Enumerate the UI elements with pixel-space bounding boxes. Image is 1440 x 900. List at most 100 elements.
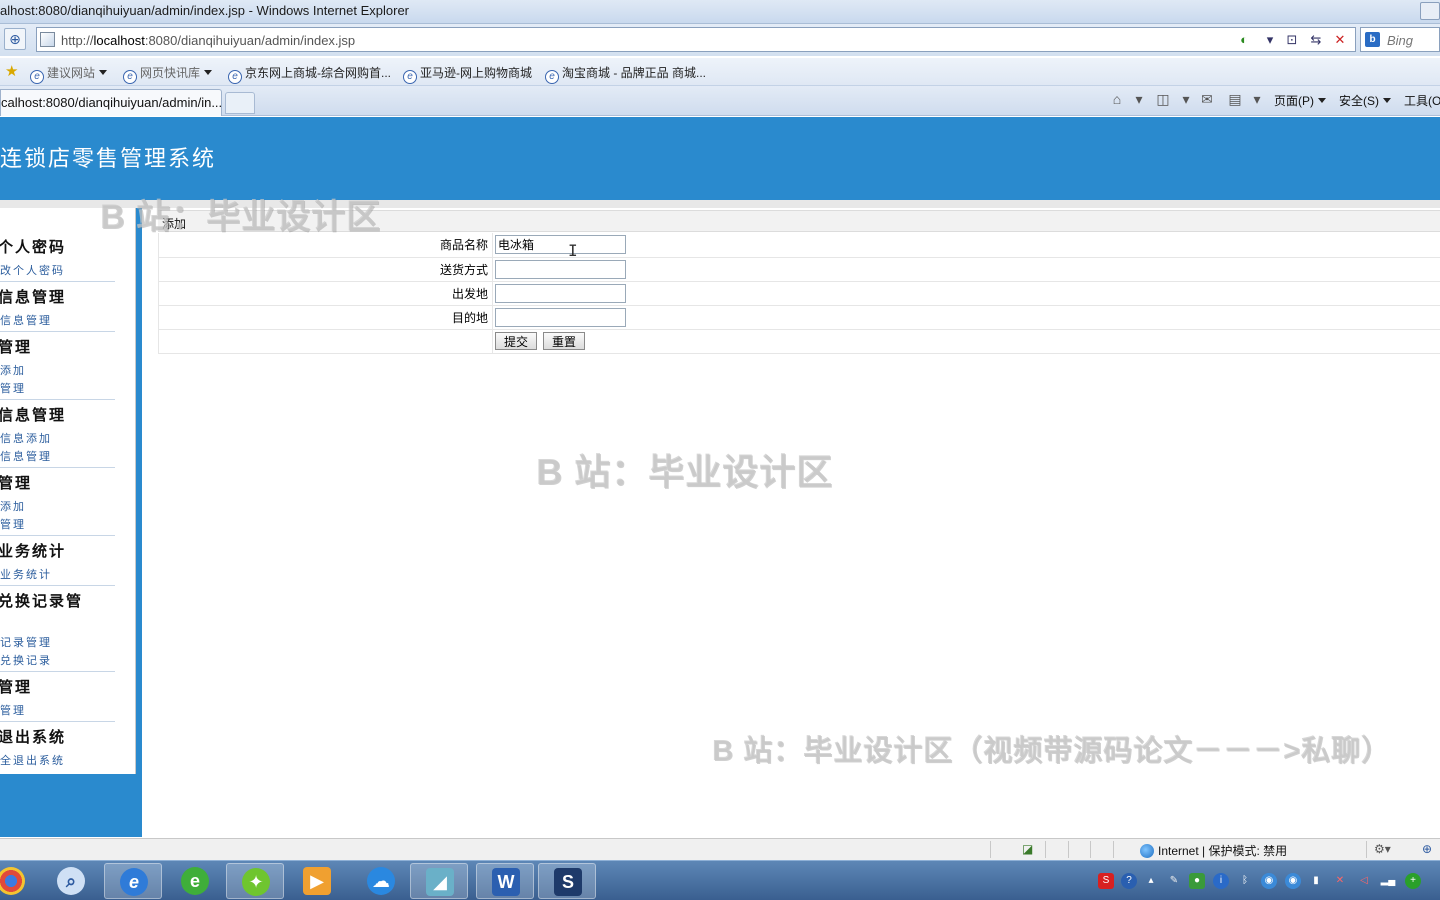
sidebar-link[interactable]: 记录管理 <box>0 634 52 650</box>
sidebar-link[interactable]: 全退出系统 <box>0 752 65 768</box>
web-page: 连锁店零售管理系统 个人密码 改个人密码 信息管理 信息管理 管理 添加 管理 … <box>0 117 1440 837</box>
globe-icon <box>1140 844 1154 858</box>
sidebar-link[interactable]: 信息管理 <box>0 448 52 464</box>
word-icon: W <box>492 868 520 896</box>
taskbar-cloud[interactable]: ☁ <box>352 863 410 899</box>
home-icon[interactable]: ⌂ <box>1108 91 1126 107</box>
taskbar-ie[interactable]: e <box>104 863 162 899</box>
refresh-icon[interactable]: ⇆ <box>1307 32 1325 48</box>
taskbar-eclipse[interactable]: S <box>538 863 596 899</box>
window-control-button[interactable] <box>1420 2 1440 20</box>
info-icon[interactable]: i <box>1213 873 1229 889</box>
volume-muted-icon[interactable]: ◁ <box>1356 873 1372 889</box>
address-dropdown-icon[interactable]: ▾ <box>1261 32 1279 48</box>
fav-item-amazon[interactable]: e 亚马逊-网上购物商城 <box>403 64 532 84</box>
sidebar-link[interactable]: 兑换记录 <box>0 652 52 668</box>
tray-drive-icon[interactable]: ◉ <box>1261 873 1277 889</box>
sidebar-link[interactable]: 管理 <box>0 702 26 718</box>
chevron-down-icon[interactable]: ▾ <box>1130 91 1148 107</box>
feeds-icon[interactable]: ◫ <box>1154 91 1172 107</box>
favorites-bar: ★ e 建议网站 e 网页快讯库 e 京东网上商城-综合网购首... e 亚马逊-网上购… <box>0 58 1440 86</box>
safety-menu[interactable]: 安全(S) <box>1339 92 1391 109</box>
taskbar-search[interactable]: ⌕ <box>42 863 100 899</box>
ime-sogou-icon[interactable]: S <box>1098 873 1114 889</box>
field-label: 送货方式 <box>158 257 493 282</box>
delivery-method-input[interactable] <box>495 259 626 279</box>
sidebar-section-title[interactable]: 管理 <box>0 676 32 697</box>
sidebar-link[interactable]: 添加 <box>0 362 26 378</box>
watermark-text: B 站：毕业设计区 <box>536 451 834 492</box>
favorites-star-icon[interactable]: ★ <box>5 64 18 79</box>
sidebar-section-title[interactable]: 兑换记录管 <box>0 590 83 611</box>
chevron-down-icon <box>1383 98 1391 103</box>
fav-item-webslice[interactable]: e 网页快讯库 <box>123 64 213 84</box>
stop-icon[interactable]: ✕ <box>1331 32 1349 48</box>
sidebar-link[interactable]: 管理 <box>0 380 26 396</box>
help-icon[interactable]: ? <box>1121 873 1137 889</box>
back-button[interactable]: ⊕ <box>4 28 26 50</box>
tray-sync-icon[interactable]: ◉ <box>1285 873 1301 889</box>
tray-device-icon[interactable]: ▮ <box>1308 873 1324 889</box>
compat-view-icon[interactable]: ◐ <box>1235 32 1253 48</box>
green-ball-icon: ✦ <box>242 868 270 896</box>
sidebar-link[interactable]: 添加 <box>0 498 26 514</box>
reset-button[interactable]: 重置 <box>543 332 586 350</box>
address-url[interactable]: http://localhost:8080/dianqihuiyuan/admi… <box>61 33 355 48</box>
new-tab-button[interactable] <box>225 92 255 114</box>
rss-icon[interactable]: ⊡ <box>1283 32 1301 48</box>
tray-tool-icon[interactable]: ✎ <box>1166 873 1182 889</box>
sidebar-link[interactable]: 管理 <box>0 516 26 532</box>
search-box[interactable]: b Bing <box>1360 27 1440 52</box>
fav-item-suggested[interactable]: e 建议网站 <box>30 64 108 84</box>
address-bar[interactable]: http://localhost:8080/dianqihuiyuan/admi… <box>36 27 1356 52</box>
sidebar-link[interactable]: 信息添加 <box>0 430 52 446</box>
tray-arrow-icon[interactable]: ▴ <box>1143 873 1159 889</box>
security-zone[interactable]: Internet | 保护模式: 禁用 <box>1140 842 1287 859</box>
chevron-down-icon <box>99 70 108 75</box>
sidebar-section-title[interactable]: 业务统计 <box>0 540 66 561</box>
mail-icon[interactable]: ✉ <box>1198 91 1216 107</box>
sidebar-section-title[interactable]: 管理 <box>0 336 32 357</box>
zoom-settings-icon[interactable]: ⚙▾ <box>1374 842 1391 856</box>
window-title: alhost:8080/dianqihuiyuan/admin/index.js… <box>0 3 410 18</box>
sidebar-section-title[interactable]: 个人密码 <box>0 236 66 257</box>
submit-button[interactable]: 提交 <box>495 332 538 350</box>
popup-blocked-icon[interactable]: ◪ <box>1022 842 1033 856</box>
ie-page-icon: e <box>123 70 137 84</box>
signal-icon[interactable]: ▂▄ <box>1380 873 1396 889</box>
sidebar-section-title[interactable]: 信息管理 <box>0 404 66 425</box>
print-icon[interactable]: ▤ <box>1226 91 1244 107</box>
origin-input[interactable] <box>495 283 626 303</box>
tab-active[interactable]: calhost:8080/dianqihuiyuan/admin/in... <box>0 89 222 116</box>
chevron-down-icon[interactable]: ▾ <box>1248 91 1266 107</box>
ie-icon: e <box>120 868 148 896</box>
fav-item-tmall[interactable]: e 淘宝商城 - 品牌正品 商城... <box>545 64 706 84</box>
field-label: 目的地 <box>158 305 493 330</box>
tools-menu[interactable]: 工具(O <box>1404 92 1440 109</box>
chevron-down-icon[interactable]: ▾ <box>1177 91 1195 107</box>
destination-input[interactable] <box>495 307 626 327</box>
taskbar-browser-green[interactable]: e <box>166 863 224 899</box>
ie-page-icon: e <box>545 70 559 84</box>
fav-item-jd[interactable]: e 京东网上商城-综合网购首... <box>228 64 391 84</box>
product-name-input[interactable] <box>495 235 626 255</box>
taskbar-editor[interactable]: ◢ <box>410 863 468 899</box>
sidebar-link[interactable]: 信息管理 <box>0 312 52 328</box>
sidebar-section-title[interactable]: 管理 <box>0 472 32 493</box>
zoom-icon[interactable]: ⊕ <box>1422 842 1432 856</box>
taskbar-word[interactable]: W <box>476 863 534 899</box>
sidebar-link[interactable]: 业务统计 <box>0 566 52 582</box>
page-menu[interactable]: 页面(P) <box>1274 92 1326 109</box>
sidebar-frame: 个人密码 改个人密码 信息管理 信息管理 管理 添加 管理 信息管理 信息添加 … <box>0 208 142 837</box>
media-player-icon: ▶ <box>303 867 331 895</box>
sidebar-section-title[interactable]: 信息管理 <box>0 286 66 307</box>
bluetooth-icon[interactable]: ᛒ <box>1237 873 1253 889</box>
tray-app-icon[interactable]: ● <box>1189 873 1205 889</box>
taskbar-app-green[interactable]: ✦ <box>226 863 284 899</box>
sidebar-section-title[interactable]: 退出系统 <box>0 726 66 747</box>
tray-360-icon[interactable]: + <box>1405 873 1421 889</box>
taskbar-chrome[interactable] <box>0 863 40 899</box>
network-error-icon[interactable]: ✕ <box>1332 873 1348 889</box>
sidebar-link[interactable]: 改个人密码 <box>0 262 65 278</box>
taskbar-media[interactable]: ▶ <box>288 863 346 899</box>
